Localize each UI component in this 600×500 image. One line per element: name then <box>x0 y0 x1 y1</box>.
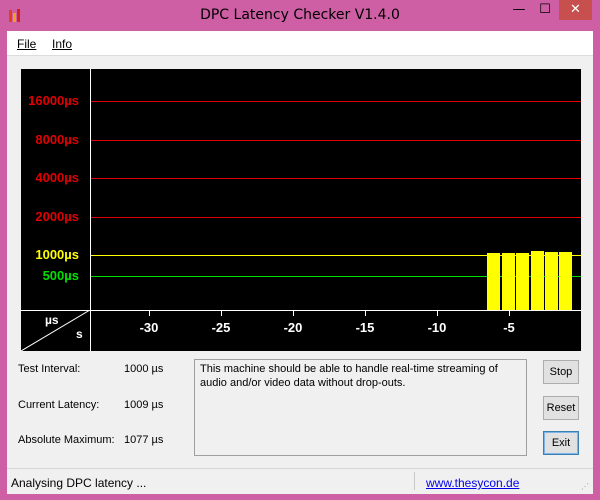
y-axis <box>90 69 91 351</box>
y-unit-label: µs <box>45 313 59 327</box>
absolute-maximum-label: Absolute Maximum: <box>18 434 115 446</box>
x-tick-label: -25 <box>211 320 231 335</box>
close-button[interactable]: ✕ <box>559 0 592 20</box>
reset-button[interactable]: Reset <box>543 396 579 420</box>
menu-bar: File Info <box>7 31 593 56</box>
x-axis <box>21 310 581 311</box>
menu-file-label: File <box>17 37 37 51</box>
x-tick <box>437 310 438 316</box>
absolute-maximum-value: 1077 µs <box>124 434 164 446</box>
latency-bar <box>545 252 558 310</box>
latency-bar <box>487 253 500 310</box>
x-tick <box>221 310 222 316</box>
latency-chart: µs s 16000µs 8000µs 4000µs 2000µs 1000µs 500µ… <box>21 69 581 351</box>
y-tick-label: 1000µs <box>35 247 79 262</box>
y-tick-label: 2000µs <box>35 209 79 224</box>
exit-button[interactable]: Exit <box>543 431 579 455</box>
current-latency-value: 1009 µs <box>124 399 164 411</box>
website-link[interactable]: www.thesycon.de <box>426 476 519 490</box>
x-tick <box>293 310 294 316</box>
test-interval-label: Test Interval: <box>18 363 81 375</box>
gridline-2000 <box>91 217 581 218</box>
status-message: This machine should be able to handle re… <box>200 363 498 389</box>
latency-bar <box>502 253 515 310</box>
resize-grip-icon[interactable]: ⋰ <box>581 482 591 492</box>
minimize-button[interactable]: — <box>506 0 532 20</box>
status-text: Analysing DPC latency ... <box>11 476 147 490</box>
client-area: File Info µs s 16000µs 8000µs 4000µs 2000µs… <box>7 31 593 494</box>
gridline-4000 <box>91 178 581 179</box>
menu-info[interactable]: Info <box>52 37 72 51</box>
current-latency-label: Current Latency: <box>18 399 100 411</box>
x-tick <box>365 310 366 316</box>
status-bar: Analysing DPC latency ... www.thesycon.d… <box>7 468 593 494</box>
y-tick-label: 500µs <box>42 268 79 283</box>
stop-button[interactable]: Stop <box>543 360 579 384</box>
y-tick-label: 4000µs <box>35 170 79 185</box>
app-window: DPC Latency Checker V1.4.0 — ☐ ✕ File In… <box>0 0 600 500</box>
maximize-button[interactable]: ☐ <box>532 0 558 20</box>
x-unit-label: s <box>76 327 83 341</box>
menu-file[interactable]: File <box>17 37 36 51</box>
gridline-16000 <box>91 101 581 102</box>
x-tick <box>149 310 150 316</box>
menu-info-label: Info <box>52 37 73 51</box>
x-tick-label: -20 <box>283 320 303 335</box>
x-tick-label: -5 <box>503 320 515 335</box>
latency-bar <box>516 253 529 310</box>
latency-bar <box>559 252 572 310</box>
gridline-8000 <box>91 140 581 141</box>
status-message-box: This machine should be able to handle re… <box>194 359 527 456</box>
y-tick-label: 8000µs <box>35 132 79 147</box>
x-tick-label: -10 <box>427 320 447 335</box>
x-tick-label: -30 <box>139 320 159 335</box>
y-tick-label: 16000µs <box>28 93 79 108</box>
x-tick-label: -15 <box>355 320 375 335</box>
x-tick <box>509 310 510 316</box>
status-divider <box>414 472 415 490</box>
latency-bar <box>531 251 544 310</box>
title-bar[interactable]: DPC Latency Checker V1.4.0 — ☐ ✕ <box>0 0 600 32</box>
test-interval-value: 1000 µs <box>124 363 164 375</box>
